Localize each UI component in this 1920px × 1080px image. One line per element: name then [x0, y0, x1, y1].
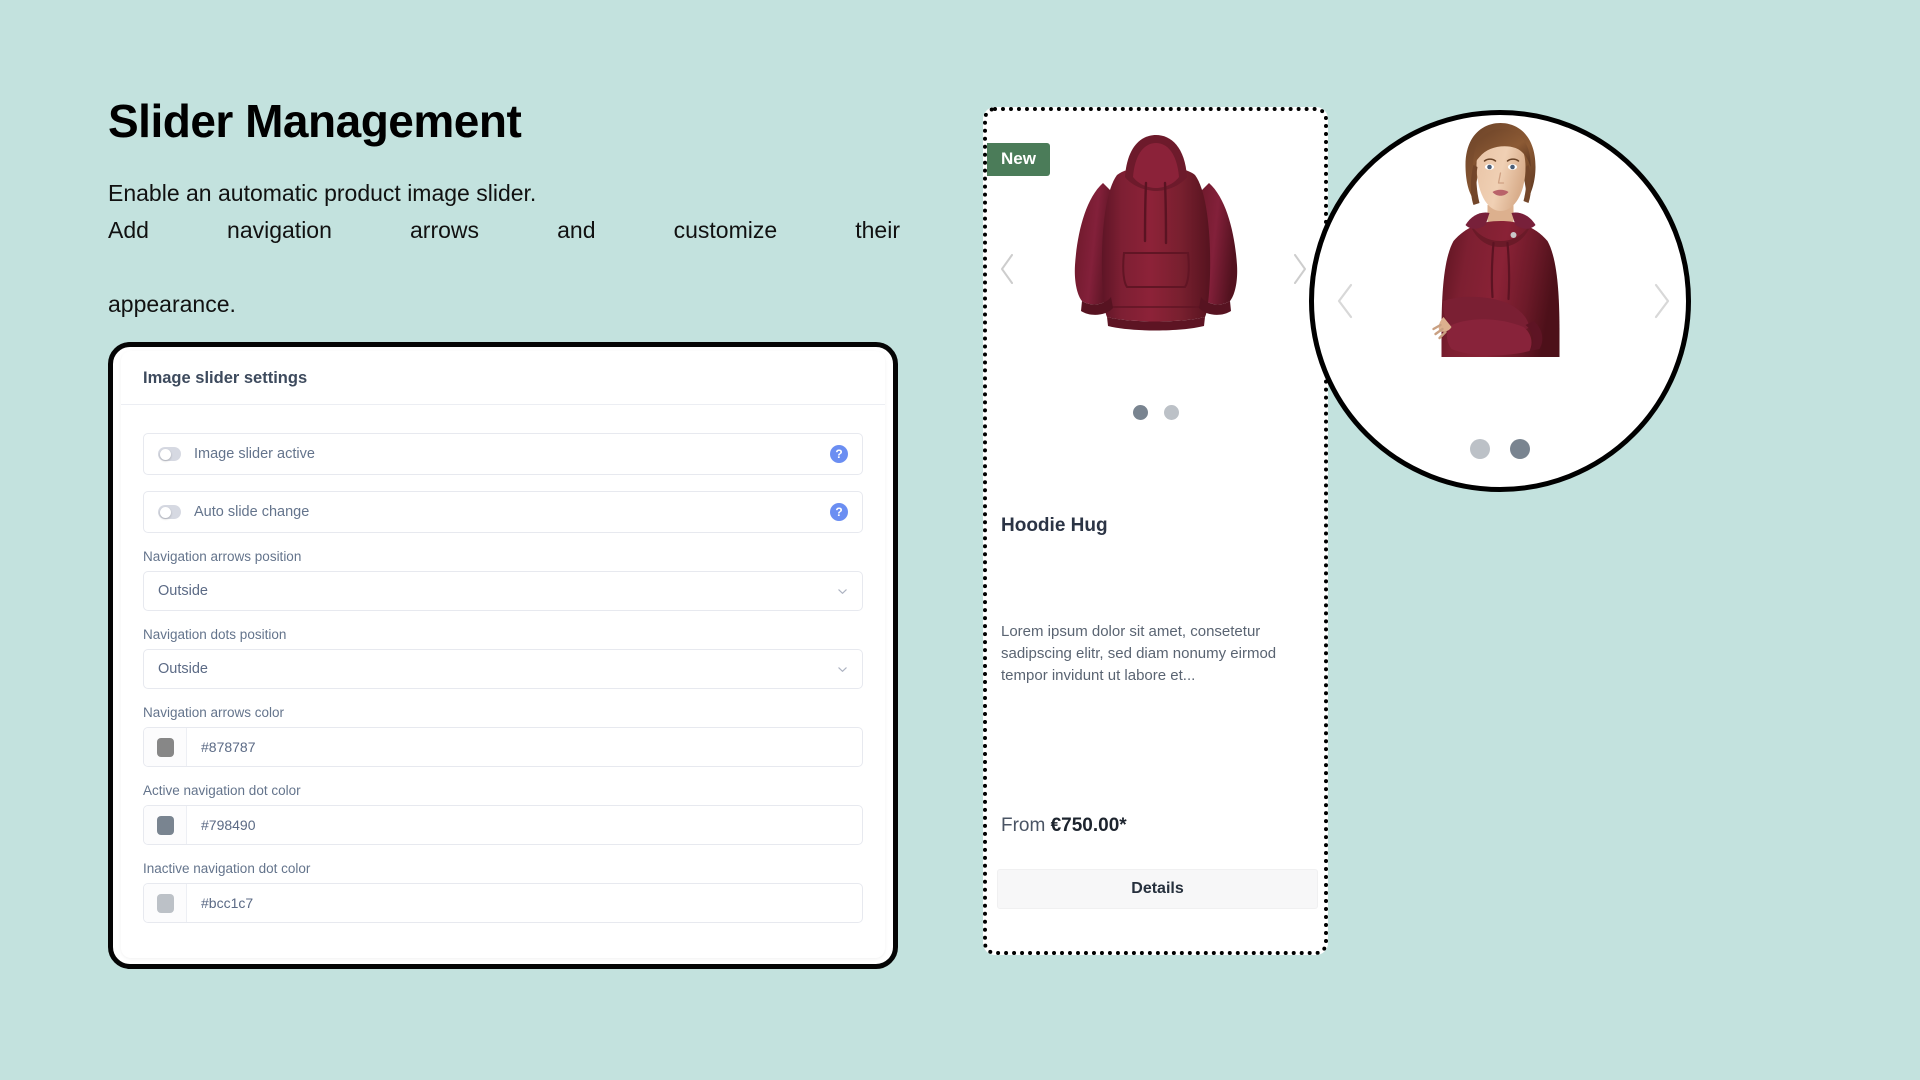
toggle-label-auto-slide-change: Auto slide change [194, 504, 310, 520]
settings-body: Image slider active ? Auto slide change … [121, 405, 885, 958]
page-title: Slider Management [108, 95, 522, 147]
image-slider-settings-card: Image slider settings Image slider activ… [108, 342, 898, 969]
description-line-1: Enable an automatic product image slider… [108, 179, 537, 206]
description-line-3: appearance. [108, 291, 236, 318]
color-swatch-button[interactable] [144, 806, 187, 844]
slider-dot-inactive[interactable] [1470, 439, 1490, 459]
chevron-right-icon[interactable] [1290, 252, 1310, 286]
field-label-navigation-dots-position: Navigation dots position [143, 627, 287, 642]
field-inactive-navigation-dot-color: Inactive navigation dot color #bcc1c7 [143, 861, 863, 923]
page-description: Enable an automatic product image slider… [108, 175, 900, 324]
slider-dot-inactive[interactable] [1163, 405, 1179, 420]
product-price: From €750.00* [1001, 815, 1127, 837]
field-navigation-arrows-position: Navigation arrows position Outside [143, 549, 863, 611]
color-value-text: #878787 [201, 739, 256, 755]
color-input-navigation-arrows-color[interactable]: #878787 [143, 727, 863, 767]
field-navigation-dots-position: Navigation dots position Outside [143, 627, 863, 689]
toggle-label-image-slider-active: Image slider active [194, 446, 315, 462]
product-description: Lorem ipsum dolor sit amet, consetetur s… [1001, 623, 1277, 684]
product-image-model [1408, 119, 1593, 404]
chevron-right-icon[interactable] [1651, 282, 1673, 320]
color-swatch-button[interactable] [144, 728, 187, 766]
price-prefix: From [1001, 815, 1046, 836]
field-label-navigation-arrows-position: Navigation arrows position [143, 549, 302, 564]
color-swatch-button[interactable] [144, 884, 187, 922]
color-value-text: #798490 [201, 817, 256, 833]
toggle-row-auto-slide-change[interactable]: Auto slide change ? [143, 491, 863, 533]
select-navigation-arrows-position[interactable]: Outside [143, 571, 863, 611]
intro-section: Slider Management Enable an automatic pr… [108, 96, 908, 324]
product-title: Hoodie Hug [1001, 515, 1108, 536]
chevron-down-icon [837, 586, 848, 597]
slider-dot-active[interactable] [1132, 405, 1148, 420]
product-image [1061, 125, 1251, 350]
field-label-navigation-arrows-color: Navigation arrows color [143, 705, 285, 720]
chevron-left-icon[interactable] [997, 252, 1017, 286]
color-swatch [156, 893, 174, 913]
chevron-left-icon[interactable] [1334, 282, 1356, 320]
magnified-slider-dots [1314, 439, 1686, 459]
slider-dot-active[interactable] [1510, 439, 1530, 459]
field-label-inactive-navigation-dot-color: Inactive navigation dot color [143, 861, 311, 876]
toggle-switch-image-slider-active[interactable] [158, 447, 181, 461]
chevron-down-icon [837, 664, 848, 675]
toggle-switch-auto-slide-change[interactable] [158, 505, 181, 519]
description-line-2: Add navigation arrows and customize thei… [108, 216, 900, 243]
help-icon[interactable]: ? [830, 503, 848, 521]
select-value: Outside [158, 661, 208, 677]
color-input-inactive-navigation-dot-color[interactable]: #bcc1c7 [143, 883, 863, 923]
help-icon[interactable]: ? [830, 445, 848, 463]
color-input-active-navigation-dot-color[interactable]: #798490 [143, 805, 863, 845]
details-button[interactable]: Details [997, 869, 1318, 909]
select-navigation-dots-position[interactable]: Outside [143, 649, 863, 689]
price-value: €750.00* [1050, 815, 1127, 836]
select-value: Outside [158, 583, 208, 599]
product-preview-card: New Hoodie Hug Lorem ipsum dolor sit ame… [983, 107, 1328, 955]
settings-header: Image slider settings [121, 351, 885, 405]
toggle-knob [159, 448, 171, 460]
toggle-row-image-slider-active[interactable]: Image slider active ? [143, 433, 863, 475]
status-badge-new: New [987, 143, 1050, 176]
slider-dots [987, 405, 1324, 420]
field-navigation-arrows-color: Navigation arrows color #878787 [143, 705, 863, 767]
field-label-active-navigation-dot-color: Active navigation dot color [143, 783, 301, 798]
settings-header-title: Image slider settings [143, 369, 308, 387]
toggle-knob [159, 506, 171, 518]
color-value-text: #bcc1c7 [201, 895, 254, 911]
magnified-slider-preview [1309, 110, 1691, 492]
color-swatch [156, 737, 174, 757]
field-active-navigation-dot-color: Active navigation dot color #798490 [143, 783, 863, 845]
color-swatch [156, 815, 174, 835]
settings-panel: Image slider settings Image slider activ… [121, 351, 885, 958]
